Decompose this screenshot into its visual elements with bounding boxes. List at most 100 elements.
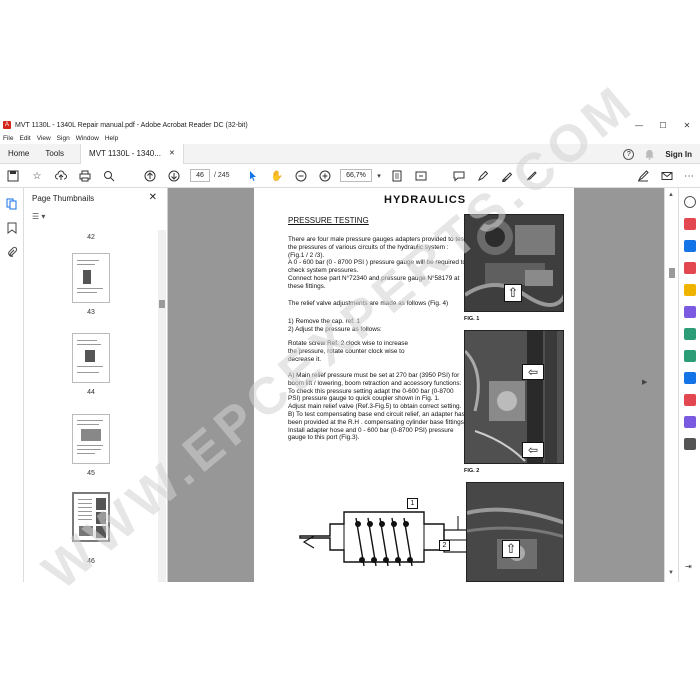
zoom-out-icon[interactable] (294, 169, 308, 183)
thumbnail-label: 45 (87, 470, 95, 477)
paragraph-intro: There are four male pressure gauges adap… (288, 236, 466, 290)
collapse-tools-icon[interactable]: ⇥ (685, 562, 692, 571)
thumbnail-scrollbar[interactable] (158, 230, 166, 582)
menu-file[interactable]: File (0, 135, 16, 142)
left-nav-rail (0, 188, 24, 582)
more-tools-icon[interactable] (684, 438, 696, 450)
tab-tools[interactable]: Tools (37, 144, 72, 164)
thumbnail-label: 43 (87, 309, 95, 316)
scroll-down-arrow-icon[interactable]: ▼ (668, 570, 674, 576)
fig-2-photo (464, 330, 564, 464)
menu-help[interactable]: Help (102, 135, 121, 142)
collapse-right-panel-icon[interactable]: ▶ (642, 378, 647, 386)
acrobat-app-icon: A (3, 121, 11, 129)
sign-in-link[interactable]: Sign In (665, 150, 692, 159)
thumbnail-scrollbar-thumb[interactable] (159, 300, 165, 308)
thumbnail-options-menu[interactable]: ☰ ▾ (32, 212, 45, 221)
thumbnail-label: 42 (87, 234, 95, 241)
save-icon[interactable] (6, 169, 20, 183)
title-bar: A MVT 1130L - 1340L Repair manual.pdf - … (0, 118, 700, 132)
paragraph-rotate: Rotate screw Ref. 2 clock wise to increa… (288, 340, 409, 363)
relief-valve-diagram (294, 496, 492, 582)
minimize-button[interactable]: — (628, 118, 650, 132)
menu-edit[interactable]: Edit (16, 135, 33, 142)
thumbnail-label: 44 (87, 389, 95, 396)
menu-view[interactable]: View (34, 135, 54, 142)
attachments-icon[interactable] (5, 246, 19, 260)
search-tool-icon[interactable] (684, 196, 696, 208)
page-down-icon[interactable] (167, 169, 181, 183)
send-for-signature-icon[interactable] (684, 416, 696, 428)
thumbnail-page-selected[interactable] (72, 492, 110, 542)
callout-2-label: 2 (439, 540, 450, 551)
search-zoom-icon[interactable] (102, 169, 116, 183)
zoom-dropdown-icon[interactable]: ▾ (372, 169, 386, 183)
fit-page-icon[interactable] (390, 169, 404, 183)
thumbnail-label: 46 (87, 558, 95, 565)
comment-icon[interactable] (452, 169, 466, 183)
hand-icon[interactable]: ✋ (270, 169, 284, 183)
fig-1-label: FIG. 1 (464, 316, 480, 322)
export-pdf-icon[interactable] (684, 218, 696, 230)
protect-icon[interactable] (684, 372, 696, 384)
comment-tool-icon[interactable] (684, 284, 696, 296)
edit-pdf-icon[interactable] (684, 262, 696, 274)
upload-icon[interactable] (54, 169, 68, 183)
thumbnail-page[interactable] (72, 333, 110, 383)
document-view[interactable]: HYDRAULICS PRESSURE TESTING There are fo… (168, 188, 664, 582)
scroll-mode-icon[interactable] (414, 169, 428, 183)
thumbnail-page[interactable] (72, 253, 110, 303)
highlight-pen-icon[interactable] (476, 169, 490, 183)
menu-sign[interactable]: Sign (54, 135, 73, 142)
fig-2-arrow-bottom-icon: ⇦ (522, 442, 544, 458)
document-scrollbar-thumb[interactable] (669, 268, 675, 278)
page-thumbnails-panel: Page Thumbnails ✕ ☰ ▾ 42 43 44 45 46 (24, 188, 168, 582)
menu-bar: File Edit View Sign Window Help (0, 132, 121, 144)
menu-window[interactable]: Window (73, 135, 102, 142)
pdf-page: HYDRAULICS PRESSURE TESTING There are fo… (254, 188, 574, 582)
section-title: HYDRAULICS (384, 194, 467, 206)
select-cursor-icon[interactable] (246, 169, 260, 183)
combine-files-icon[interactable] (684, 306, 696, 318)
page-number-input[interactable]: 46 (190, 169, 210, 182)
document-tab-label: MVT 1130L - 1340... (89, 148, 161, 158)
page-heading: PRESSURE TESTING (288, 216, 369, 225)
zoom-level-input[interactable]: 66,7% (340, 169, 372, 182)
page-up-icon[interactable] (143, 169, 157, 183)
bell-icon[interactable] (644, 149, 655, 160)
tab-bar: Home Tools MVT 1130L - 1340... ✕ ? Sign … (0, 143, 700, 164)
organize-pages-icon[interactable] (684, 328, 696, 340)
document-scrollbar[interactable]: ▲ ▼ (664, 188, 678, 582)
fig-3-arrow-icon: ⇧ (502, 540, 520, 558)
tab-document[interactable]: MVT 1130L - 1340... ✕ (80, 143, 184, 164)
total-pages: / 245 (214, 172, 230, 179)
bookmarks-icon[interactable] (5, 222, 19, 236)
close-tab-icon[interactable]: ✕ (169, 144, 175, 164)
help-icon[interactable]: ? (623, 148, 635, 160)
maximize-button[interactable]: ☐ (652, 118, 674, 132)
print-icon[interactable] (78, 169, 92, 183)
page-thumbnails-icon[interactable] (5, 198, 19, 212)
tab-home[interactable]: Home (0, 144, 37, 164)
scroll-up-arrow-icon[interactable]: ▲ (668, 192, 674, 198)
thumbnail-list: 42 43 44 45 46 (24, 230, 158, 582)
more-icon[interactable]: ⋯ (682, 169, 696, 183)
fill-sign-icon[interactable] (636, 169, 650, 183)
zoom-in-icon[interactable] (318, 169, 332, 183)
email-icon[interactable] (660, 169, 674, 183)
scan-ocr-icon[interactable] (684, 350, 696, 362)
fill-sign-tool-icon[interactable] (684, 394, 696, 406)
create-pdf-icon[interactable] (684, 240, 696, 252)
window-title: MVT 1130L - 1340L Repair manual.pdf - Ad… (15, 121, 248, 129)
fig-2-arrow-top-icon: ⇦ (522, 364, 544, 380)
tabbar-right: ? Sign In (623, 144, 692, 164)
sign-icon[interactable] (524, 169, 538, 183)
thumbnail-page[interactable] (72, 414, 110, 464)
paragraph-relief-valve: The relief valve adjustments are made as… (288, 300, 449, 307)
right-tools-pane: ⇥ (678, 188, 700, 582)
draw-icon[interactable] (500, 169, 514, 183)
bookmark-star-icon[interactable]: ☆ (30, 169, 44, 183)
close-panel-icon[interactable]: ✕ (149, 192, 157, 203)
toolbar: ☆ 46 / 245 ✋ 66,7% ▾ ⋯ (0, 164, 700, 188)
close-window-button[interactable]: ✕ (676, 118, 698, 132)
